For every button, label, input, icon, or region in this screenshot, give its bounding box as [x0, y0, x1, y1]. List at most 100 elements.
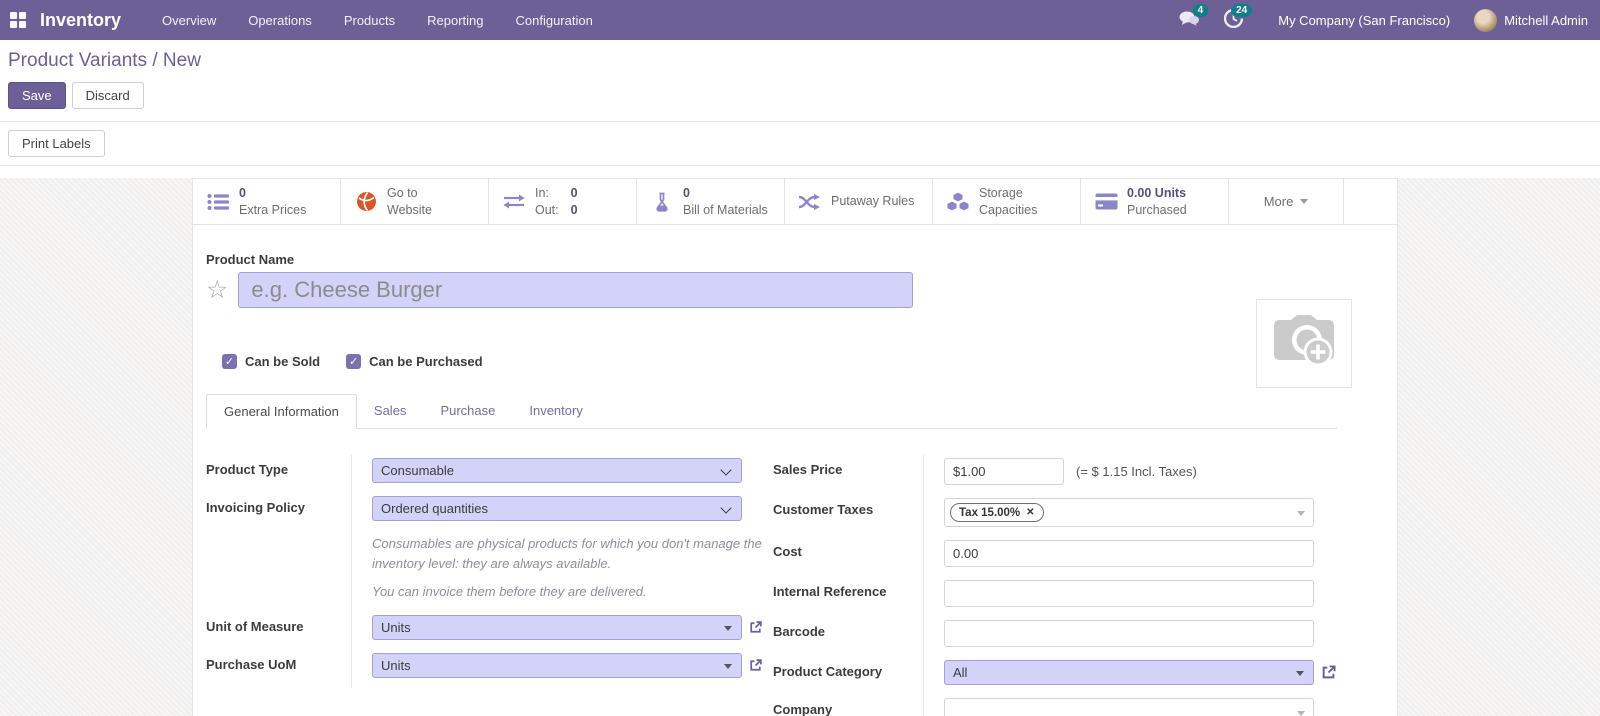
activities-count-badge: 24 — [1231, 4, 1253, 17]
barcode-input[interactable] — [944, 620, 1314, 647]
cost-label: Cost — [773, 544, 802, 559]
go-to-website-stat-button[interactable]: Go to Website — [341, 179, 489, 224]
print-labels-button[interactable]: Print Labels — [8, 130, 105, 157]
app-name[interactable]: Inventory — [40, 10, 121, 31]
internal-reference-label: Internal Reference — [773, 584, 887, 599]
product-type-select[interactable]: Consumable — [372, 458, 742, 483]
uom-field[interactable]: Units — [372, 615, 742, 641]
invoicing-policy-label: Invoicing Policy — [206, 500, 305, 515]
purchased-units-label: Purchased — [1127, 202, 1187, 217]
bom-label: Bill of Materials — [683, 202, 768, 217]
extra-prices-stat-button[interactable]: 0 Extra Prices — [193, 179, 341, 224]
caret-down-icon — [1297, 711, 1305, 716]
can-be-sold-checkbox[interactable]: ✓ Can be Sold — [222, 354, 320, 369]
breadcrumb-parent[interactable]: Product Variants — [8, 50, 147, 71]
caret-down-icon — [724, 626, 732, 632]
shuffle-icon — [798, 193, 822, 210]
tab-general-information[interactable]: General Information — [206, 394, 357, 429]
product-name-input[interactable] — [238, 272, 914, 308]
out-value: 0 — [570, 202, 578, 217]
purchase-uom-label: Purchase UoM — [206, 657, 297, 673]
breadcrumb-current: New — [162, 50, 201, 71]
notebook-tabs: General Information Sales Purchase Inven… — [206, 393, 1337, 429]
activities-button[interactable]: 24 — [1216, 4, 1253, 33]
tab-inventory[interactable]: Inventory — [512, 394, 599, 429]
in-value: 0 — [570, 186, 578, 201]
apps-menu-icon[interactable] — [10, 12, 26, 28]
extra-prices-count: 0 — [239, 186, 246, 201]
more-stat-button[interactable]: More — [1229, 179, 1344, 224]
purchase-uom-field[interactable]: Units — [372, 653, 742, 679]
main-menu: Overview Operations Products Reporting C… — [149, 7, 606, 34]
product-category-value: All — [953, 665, 968, 680]
invoicing-policy-value: Ordered quantities — [381, 501, 488, 516]
purchase-uom-value: Units — [381, 658, 411, 674]
tax-included-note: (= $ 1.15 Incl. Taxes) — [1076, 464, 1197, 479]
invoicing-policy-select[interactable]: Ordered quantities — [372, 496, 742, 521]
product-type-label: Product Type — [206, 462, 289, 477]
can-be-purchased-checkbox[interactable]: ✓ Can be Purchased — [346, 354, 483, 369]
flask-icon — [650, 192, 674, 212]
messages-button[interactable]: 4 — [1172, 4, 1209, 33]
tax-tag-remove-icon[interactable]: ✕ — [1026, 507, 1034, 518]
putaway-rules-label: Putaway Rules — [831, 194, 915, 209]
breadcrumb: Product Variants / New — [8, 50, 1592, 72]
internal-reference-input[interactable] — [944, 580, 1314, 607]
favorite-star-icon[interactable]: ☆ — [206, 278, 228, 303]
breadcrumb-separator: / — [147, 50, 163, 71]
tax-tag-label: Tax 15.00% — [959, 506, 1021, 519]
menu-operations[interactable]: Operations — [235, 7, 325, 34]
tab-purchase[interactable]: Purchase — [423, 394, 512, 429]
company-label: Company — [773, 702, 833, 716]
avatar — [1474, 8, 1498, 32]
company-switcher[interactable]: My Company (San Francisco) — [1278, 13, 1450, 28]
company-field[interactable] — [944, 698, 1314, 716]
product-form-sheet: 0 Extra Prices Go to Website In: 0 Out: … — [192, 178, 1398, 716]
sales-price-input[interactable] — [944, 458, 1064, 485]
camera-plus-icon — [1271, 314, 1337, 373]
tab-sales[interactable]: Sales — [357, 394, 424, 429]
exchange-arrows-icon — [502, 193, 526, 210]
control-panel: Product Variants / New Save Discard — [0, 40, 1600, 109]
uom-value: Units — [381, 620, 411, 636]
customer-taxes-label: Customer Taxes — [773, 502, 874, 517]
form-view-background: 0 Extra Prices Go to Website In: 0 Out: … — [0, 178, 1600, 716]
menu-overview[interactable]: Overview — [149, 7, 229, 34]
stat-button-row: 0 Extra Prices Go to Website In: 0 Out: … — [193, 179, 1397, 225]
uom-external-link-icon[interactable] — [748, 620, 763, 635]
caret-down-icon — [1297, 511, 1305, 516]
customer-taxes-field[interactable]: Tax 15.00% ✕ — [944, 498, 1314, 527]
product-category-label: Product Category — [773, 664, 883, 679]
product-category-external-link-icon[interactable] — [1320, 664, 1337, 681]
forecasted-in-out-stat-button[interactable]: In: 0 Out: 0 — [489, 179, 637, 224]
bill-of-materials-stat-button[interactable]: 0 Bill of Materials — [637, 179, 785, 224]
cubes-icon — [946, 191, 970, 212]
menu-products[interactable]: Products — [331, 7, 408, 34]
storage-capacities-line1: Storage — [979, 186, 1023, 201]
purchase-uom-external-link-icon[interactable] — [748, 658, 763, 673]
cost-input[interactable] — [944, 540, 1314, 567]
messages-count-badge: 4 — [1192, 4, 1209, 17]
can-be-sold-label: Can be Sold — [245, 354, 321, 369]
putaway-rules-stat-button[interactable]: Putaway Rules — [785, 179, 933, 224]
product-category-field[interactable]: All — [944, 660, 1314, 685]
save-button[interactable]: Save — [8, 82, 66, 109]
chevron-down-icon — [1300, 199, 1309, 204]
menu-configuration[interactable]: Configuration — [503, 7, 606, 34]
extra-prices-label: Extra Prices — [239, 202, 307, 217]
out-label: Out: — [535, 202, 559, 217]
user-menu[interactable]: Mitchell Admin — [1474, 8, 1588, 32]
storage-capacities-stat-button[interactable]: Storage Capacities — [933, 179, 1081, 224]
checkbox-checked-icon: ✓ — [346, 354, 362, 369]
caret-down-icon — [1296, 671, 1304, 676]
product-image-upload[interactable] — [1256, 299, 1352, 388]
discard-button[interactable]: Discard — [71, 82, 144, 109]
go-to-website-line2: Website — [387, 202, 432, 217]
product-name-label: Product Name — [206, 252, 295, 267]
caret-down-icon — [724, 664, 732, 670]
purchased-units-stat-button[interactable]: 0.00 Units Purchased — [1081, 179, 1229, 224]
menu-reporting[interactable]: Reporting — [414, 7, 496, 34]
uom-label: Unit of Measure — [206, 619, 304, 635]
top-navbar: Inventory Overview Operations Products R… — [0, 0, 1600, 40]
in-label: In: — [535, 186, 549, 201]
